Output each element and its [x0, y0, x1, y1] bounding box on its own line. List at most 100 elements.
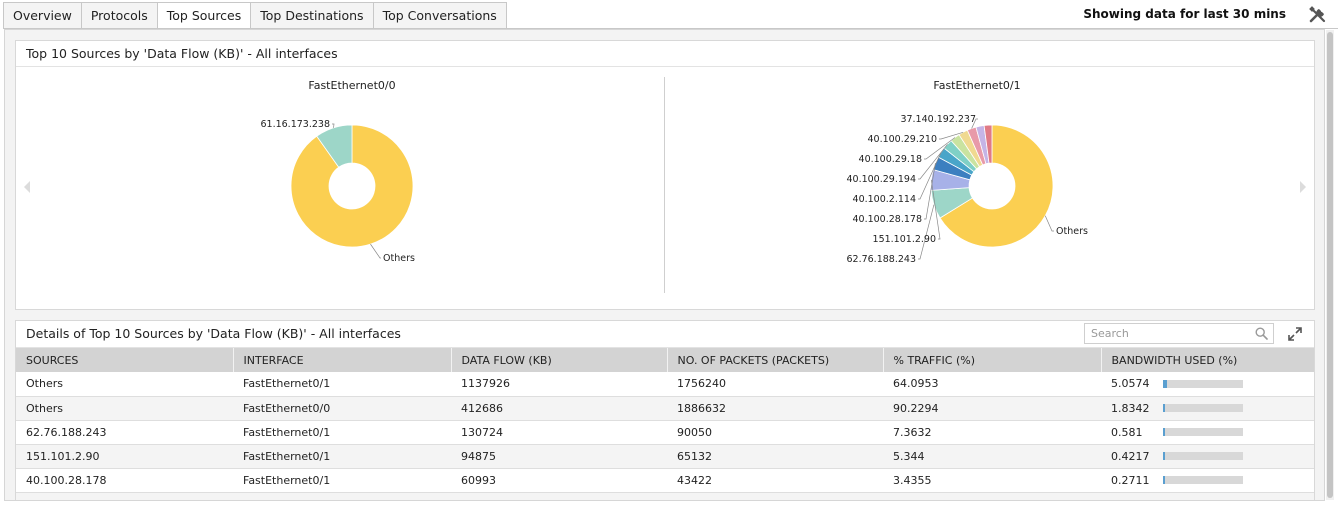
bandwidth-bar-fill — [1163, 500, 1165, 501]
table-row[interactable]: 151.101.2.90 FastEthernet0/1 94875 65132 5.3… — [16, 444, 1314, 469]
bandwidth-bar-fill — [1163, 379, 1168, 388]
table-row[interactable]: 62.76.188.243 FastEthernet0/1 130724 90050 7… — [16, 420, 1314, 445]
col-sources[interactable]: SOURCES — [16, 348, 234, 372]
col-packets[interactable]: NO. OF PACKETS (PACKETS) — [667, 348, 884, 372]
bandwidth-value: 0.2146 — [1111, 498, 1163, 501]
tools-icon[interactable] — [1308, 5, 1328, 25]
pie-label-leader — [370, 243, 381, 259]
pie-label: 62.76.188.243 — [846, 254, 916, 265]
scrollbar-thumb[interactable] — [1327, 32, 1333, 498]
table-cell: 1886632 — [667, 396, 883, 421]
table-cell: 65132 — [667, 444, 883, 469]
chevron-left-icon[interactable] — [22, 179, 32, 195]
table-cell: FastEthernet0/1 — [233, 420, 451, 445]
cell-bandwidth: 5.0574 — [1101, 372, 1314, 397]
table-row[interactable]: 40.100.2.114FastEthernet0/148274343852.7… — [16, 492, 1314, 501]
bandwidth-value: 0.2711 — [1111, 473, 1150, 487]
tab-top-destinations[interactable]: Top Destinations — [250, 2, 373, 29]
bandwidth-bar — [1163, 404, 1243, 412]
pie-label: 40.100.28.178 — [852, 214, 922, 225]
pie-label: 40.100.2.114 — [853, 194, 916, 205]
table-row[interactable]: 40.100.28.178 FastEthernet0/1 60993 43422 3.… — [16, 468, 1314, 493]
pie-label-leader — [1044, 215, 1054, 232]
tab-top-conversations[interactable]: Top Conversations — [372, 2, 507, 29]
details-panel: Details of Top 10 Sources by 'Data Flow … — [15, 320, 1315, 501]
table-header-row: SOURCES INTERFACE DATA FLOW (KB) NO. OF … — [16, 348, 1314, 372]
pie-label-leader — [918, 204, 935, 260]
table-cell: 62.76.188.243 — [16, 420, 233, 445]
cell-bandwidth: 0.4217 — [1101, 444, 1314, 469]
bandwidth-bar-fill — [1163, 476, 1165, 484]
report-container: Top 10 Sources by 'Data Flow (KB)' - All… — [4, 29, 1325, 501]
chart-panel: Top 10 Sources by 'Data Flow (KB)' - All… — [15, 40, 1315, 310]
pie-label: 61.16.173.238 — [260, 119, 330, 130]
bandwidth-value: 1.8342 — [1111, 401, 1150, 415]
bandwidth-cell: 0.581 — [1111, 426, 1314, 439]
bandwidth-bar-fill — [1163, 404, 1165, 412]
table-row[interactable]: Others FastEthernet0/1 1137926 1756240 64.09… — [16, 372, 1314, 397]
time-range-label: Showing data for last 30 mins — [1083, 7, 1286, 21]
expand-icon[interactable] — [1288, 327, 1302, 341]
table-cell: FastEthernet0/1 — [233, 444, 451, 469]
details-header: Details of Top 10 Sources by 'Data Flow … — [16, 321, 1314, 348]
tab-overview[interactable]: Overview — [3, 2, 81, 29]
table-cell: 151.101.2.90 — [16, 444, 233, 469]
table-cell: 90.2294 — [883, 396, 1101, 421]
search-input[interactable] — [1084, 323, 1274, 344]
chart-divider — [664, 77, 665, 293]
bandwidth-value: 5.0574 — [1111, 377, 1150, 391]
bandwidth-value: 0.4217 — [1111, 449, 1150, 463]
tab-bar: Overview Protocols Top Sources Top Desti… — [3, 2, 507, 29]
details-table: SOURCES INTERFACE DATA FLOW (KB) NO. OF … — [16, 348, 1314, 501]
chart-panel-title: Top 10 Sources by 'Data Flow (KB)' - All… — [16, 41, 1314, 67]
bandwidth-bar-fill — [1163, 452, 1165, 460]
pie-label: 40.100.29.194 — [846, 174, 916, 185]
col-interface[interactable]: INTERFACE — [233, 348, 452, 372]
tab-top-sources[interactable]: Top Sources — [156, 2, 251, 29]
bandwidth-cell: 0.4217 — [1111, 449, 1314, 463]
table-cell: 40.100.28.178 — [16, 468, 233, 493]
bandwidth-bar — [1163, 476, 1243, 484]
tab-protocols[interactable]: Protocols — [80, 2, 157, 29]
table-body: Others FastEthernet0/1 1137926 1756240 64.09… — [16, 372, 1314, 501]
table-cell: 3.4355 — [883, 468, 1101, 493]
pie-label: Others — [383, 253, 415, 264]
scrollbar[interactable] — [1326, 30, 1334, 500]
pie-chart-fe01: Others 62.76.188.243 151.101.2.90 40.100.28… — [846, 114, 1088, 265]
bandwidth-cell: 5.0574 — [1111, 377, 1314, 391]
table-cell: FastEthernet0/1 — [233, 492, 451, 500]
table-cell: Others — [16, 396, 233, 421]
pie-label: 37.140.192.237 — [900, 114, 976, 125]
table-cell: FastEthernet0/1 — [233, 372, 451, 397]
table-row[interactable]: Others FastEthernet0/0 412686 1886632 90.229… — [16, 396, 1314, 421]
col-traffic[interactable]: % TRAFFIC (%) — [883, 348, 1102, 372]
bandwidth-bar — [1163, 428, 1243, 436]
pie-label-leader — [332, 123, 335, 128]
table-cell: 43422 — [667, 468, 883, 493]
pie-chart-fe00: Others 61.16.173.238 — [260, 119, 415, 264]
details-title: Details of Top 10 Sources by 'Data Flow … — [26, 326, 401, 341]
table-cell: FastEthernet0/1 — [233, 468, 451, 493]
table-cell: 90050 — [667, 420, 883, 445]
pie-label: 151.101.2.90 — [873, 234, 936, 245]
cell-bandwidth: 0.2711 — [1101, 468, 1314, 493]
table-cell: 1137926 — [451, 372, 667, 397]
col-data-flow[interactable]: DATA FLOW (KB) — [451, 348, 668, 372]
table-cell: 412686 — [451, 396, 667, 421]
bandwidth-cell: 0.2146 — [1111, 498, 1314, 501]
table-cell: 5.344 — [883, 444, 1101, 469]
chevron-right-icon[interactable] — [1298, 179, 1308, 195]
pie-label: 40.100.29.18 — [859, 154, 922, 165]
bandwidth-cell: 0.2711 — [1111, 473, 1314, 487]
bandwidth-bar — [1163, 500, 1243, 501]
table-cell: 48274 — [451, 492, 667, 500]
search-icon[interactable] — [1255, 327, 1268, 340]
bandwidth-bar — [1163, 452, 1243, 460]
table-cell: FastEthernet0/0 — [233, 396, 451, 421]
col-bandwidth[interactable]: BANDWIDTH USED (%) — [1101, 348, 1314, 372]
pie-label: 40.100.29.210 — [867, 134, 937, 145]
table-cell: 130724 — [451, 420, 667, 445]
cell-bandwidth: 1.8342 — [1101, 396, 1314, 421]
table-cell: 1756240 — [667, 372, 883, 397]
pie-label: Others — [1056, 226, 1088, 237]
